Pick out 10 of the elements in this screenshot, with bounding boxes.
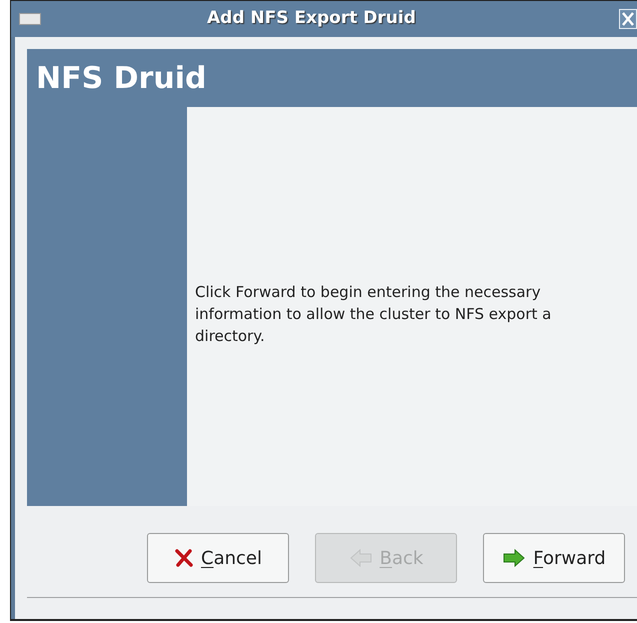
intro-text: Click Forward to begin entering the necessary information to allow the cluster to NFS export a directory.: [195, 282, 552, 346]
right-arrow-icon: [502, 548, 526, 568]
forward-button[interactable]: Forward: [483, 533, 625, 583]
close-icon[interactable]: [619, 9, 637, 29]
window-title: Add NFS Export Druid: [207, 7, 416, 30]
x-icon: [174, 548, 194, 568]
cancel-button[interactable]: Cancel: [147, 533, 289, 583]
left-arrow-icon: [348, 548, 373, 568]
druid-title: NFS Druid: [36, 60, 206, 98]
window-menu-icon[interactable]: [19, 13, 41, 25]
